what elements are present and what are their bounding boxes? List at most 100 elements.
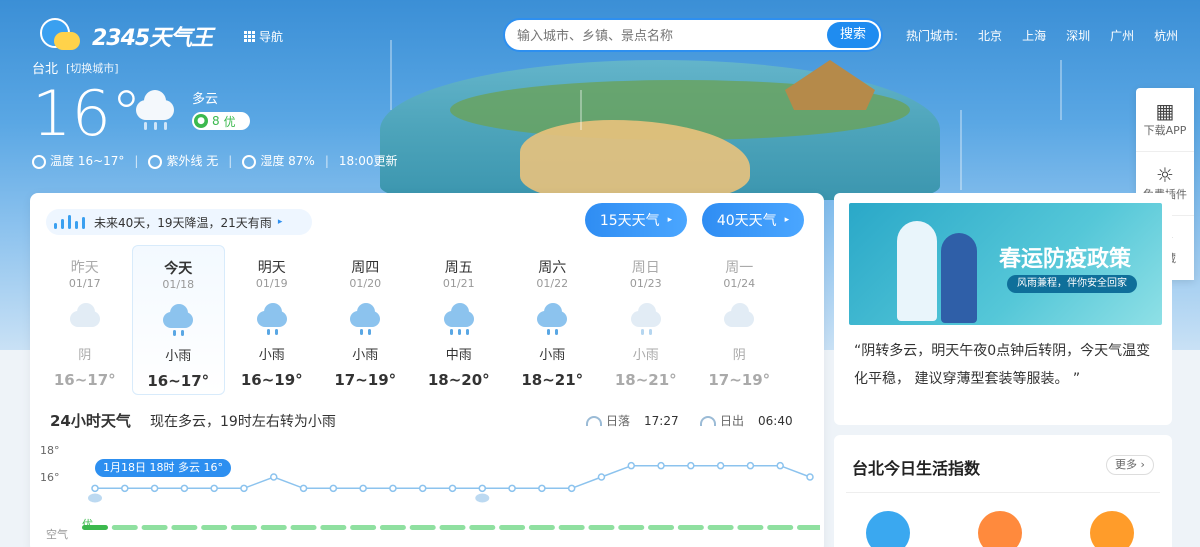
logo-mascot-icon [40, 18, 88, 54]
light-rain-icon [629, 303, 663, 335]
light-rain-icon [535, 303, 569, 335]
day-card[interactable]: 明天 01/19 小雨 16~19° [225, 245, 319, 395]
hot-city-link[interactable]: 广州 [1110, 27, 1134, 44]
switch-city-link[interactable]: [切换城市] [66, 60, 119, 76]
hot-city-link[interactable]: 北京 [978, 27, 1002, 44]
banner-subtitle: 风雨兼程，伴你安全回家 [1007, 275, 1137, 293]
aqi-value: 8 [212, 114, 220, 128]
aqi-bar [469, 525, 496, 530]
temperature-point [776, 461, 784, 470]
aqi-bar [171, 525, 198, 530]
search-box: 搜索 [503, 18, 883, 52]
thermometer-icon [32, 154, 46, 169]
temperature-point [538, 484, 546, 493]
temperature-point [418, 484, 427, 493]
aqi-bar [439, 525, 466, 530]
aqi-bar [290, 525, 317, 530]
cloudy-icon [68, 303, 102, 333]
temperature-point [657, 461, 665, 470]
current-temperature: 16° [32, 77, 142, 150]
day-card[interactable]: 周六 01/22 小雨 18~21° [506, 245, 600, 395]
aqi-badge[interactable]: ● 8 优 [192, 112, 250, 130]
forecast-40day-tip[interactable]: 未来40天，19天降温，21天有雨 ▸ [46, 209, 312, 235]
temperature-point [210, 484, 218, 493]
temperature-point [270, 473, 278, 481]
aqi-bar [379, 525, 406, 530]
cloudy-icon [130, 88, 178, 130]
aqi-bar [528, 525, 555, 530]
ad-card: 春运防疫政策 风雨兼程，伴你安全回家 “阴转多云，明天午夜0点钟后转阴，今天气温… [834, 193, 1172, 425]
day-card[interactable]: 昨天 01/17 阴 16~17° [38, 245, 132, 395]
temperature-point [121, 484, 129, 493]
hot-cities-label: 热门城市: [906, 29, 959, 43]
download-app-button[interactable]: ▦ 下载APP [1136, 88, 1194, 152]
nav-label: 导航 [259, 30, 284, 44]
humidity: 湿度 87% [242, 152, 315, 169]
medicine-icon[interactable] [978, 511, 1022, 547]
sunrise-icon [700, 415, 716, 426]
temperature-point [806, 473, 814, 481]
more-button[interactable]: 更多 › [1106, 455, 1154, 475]
hourly-summary: 现在多云，19时左右转为小雨 [150, 414, 336, 430]
temperature-point [180, 484, 189, 493]
40-day-button[interactable]: 40天天气 ▸ [702, 203, 804, 237]
aqi-bar [230, 525, 257, 530]
day-card[interactable]: 周四 01/20 小雨 17~19° [319, 245, 413, 395]
aqi-bar [588, 525, 615, 530]
15-day-button[interactable]: 15天天气 ▸ [585, 203, 687, 237]
hourly-temperature-chart[interactable] [40, 441, 820, 547]
temperature-point [240, 484, 248, 493]
aqi-bar [409, 525, 436, 530]
temperature-point [627, 461, 635, 470]
temperature-point [597, 473, 606, 481]
chevron-right-icon: ▸ [667, 215, 673, 225]
temperature-point [508, 484, 516, 493]
sun-icon: ☼ [1156, 163, 1174, 187]
aqi-bar [707, 525, 734, 530]
aqi-bar [350, 525, 377, 530]
day-card[interactable]: 周一 01/24 阴 17~19° [693, 245, 787, 395]
hourly-aqi-label: 空气 [46, 528, 68, 541]
banner-title: 春运防疫政策 [999, 247, 1132, 272]
hot-city-link[interactable]: 杭州 [1154, 27, 1178, 44]
umbrella-icon[interactable] [1090, 511, 1134, 547]
hot-cities: 热门城市: 北京 上海 深圳 广州 杭州 [906, 27, 1178, 44]
aqi-bar [201, 525, 228, 530]
clothing-icon[interactable] [866, 511, 910, 547]
aqi-bar [797, 525, 820, 530]
hot-city-link[interactable]: 深圳 [1066, 27, 1090, 44]
day-card[interactable]: 周五 01/21 中雨 18~20° [412, 245, 506, 395]
divider [846, 492, 1160, 493]
hourly-title: 24小时天气 [50, 412, 131, 430]
uv-icon [148, 154, 163, 169]
humidity-icon [242, 154, 257, 169]
aqi-bar [320, 525, 347, 530]
hot-city-link[interactable]: 上海 [1022, 27, 1046, 44]
site-logo[interactable]: 2345天气王 [40, 18, 213, 54]
update-time: 18:00更新 [338, 154, 398, 168]
day-card[interactable]: 周日 01/23 小雨 18~21° [599, 245, 693, 395]
day-card-today[interactable]: 今天 01/18 小雨 16~17° [131, 245, 225, 395]
promo-banner[interactable]: 春运防疫政策 风雨兼程，伴你安全回家 [849, 203, 1162, 325]
sunset-icon [586, 415, 602, 426]
weather-advice: “阴转多云，明天午夜0点钟后转阴，今天气温变化平稳， 建议穿薄型套装等服装。 ” [854, 343, 1151, 387]
temperature-point [389, 484, 397, 493]
life-index-card: 台北今日生活指数 更多 › [834, 435, 1172, 547]
light-rain-icon [255, 303, 289, 335]
search-input[interactable] [517, 26, 817, 46]
search-button[interactable]: 搜索 [827, 22, 879, 48]
temp-range: 温度 16~17° [32, 152, 124, 169]
medic-figure [897, 221, 937, 321]
daily-forecast-list: 昨天 01/17 阴 16~17° 今天 01/18 小雨 16~17° 明天 01/19… [38, 245, 816, 395]
sunset-info: 日落 17:27 [586, 412, 679, 429]
nav-button[interactable]: 导航 [244, 28, 283, 45]
aqi-level: 优 [223, 114, 236, 129]
temperature-point [746, 461, 755, 470]
aqi-bar [141, 525, 168, 530]
current-meta: 温度 16~17° | 紫外线 无 | 湿度 87% | 18:00更新 [32, 152, 397, 169]
uv-index: 紫外线 无 [148, 152, 218, 169]
cloudy-icon [88, 493, 102, 503]
aqi-bar [260, 525, 287, 530]
cloudy-icon [722, 303, 756, 333]
chevron-right-icon: ▸ [784, 215, 790, 225]
